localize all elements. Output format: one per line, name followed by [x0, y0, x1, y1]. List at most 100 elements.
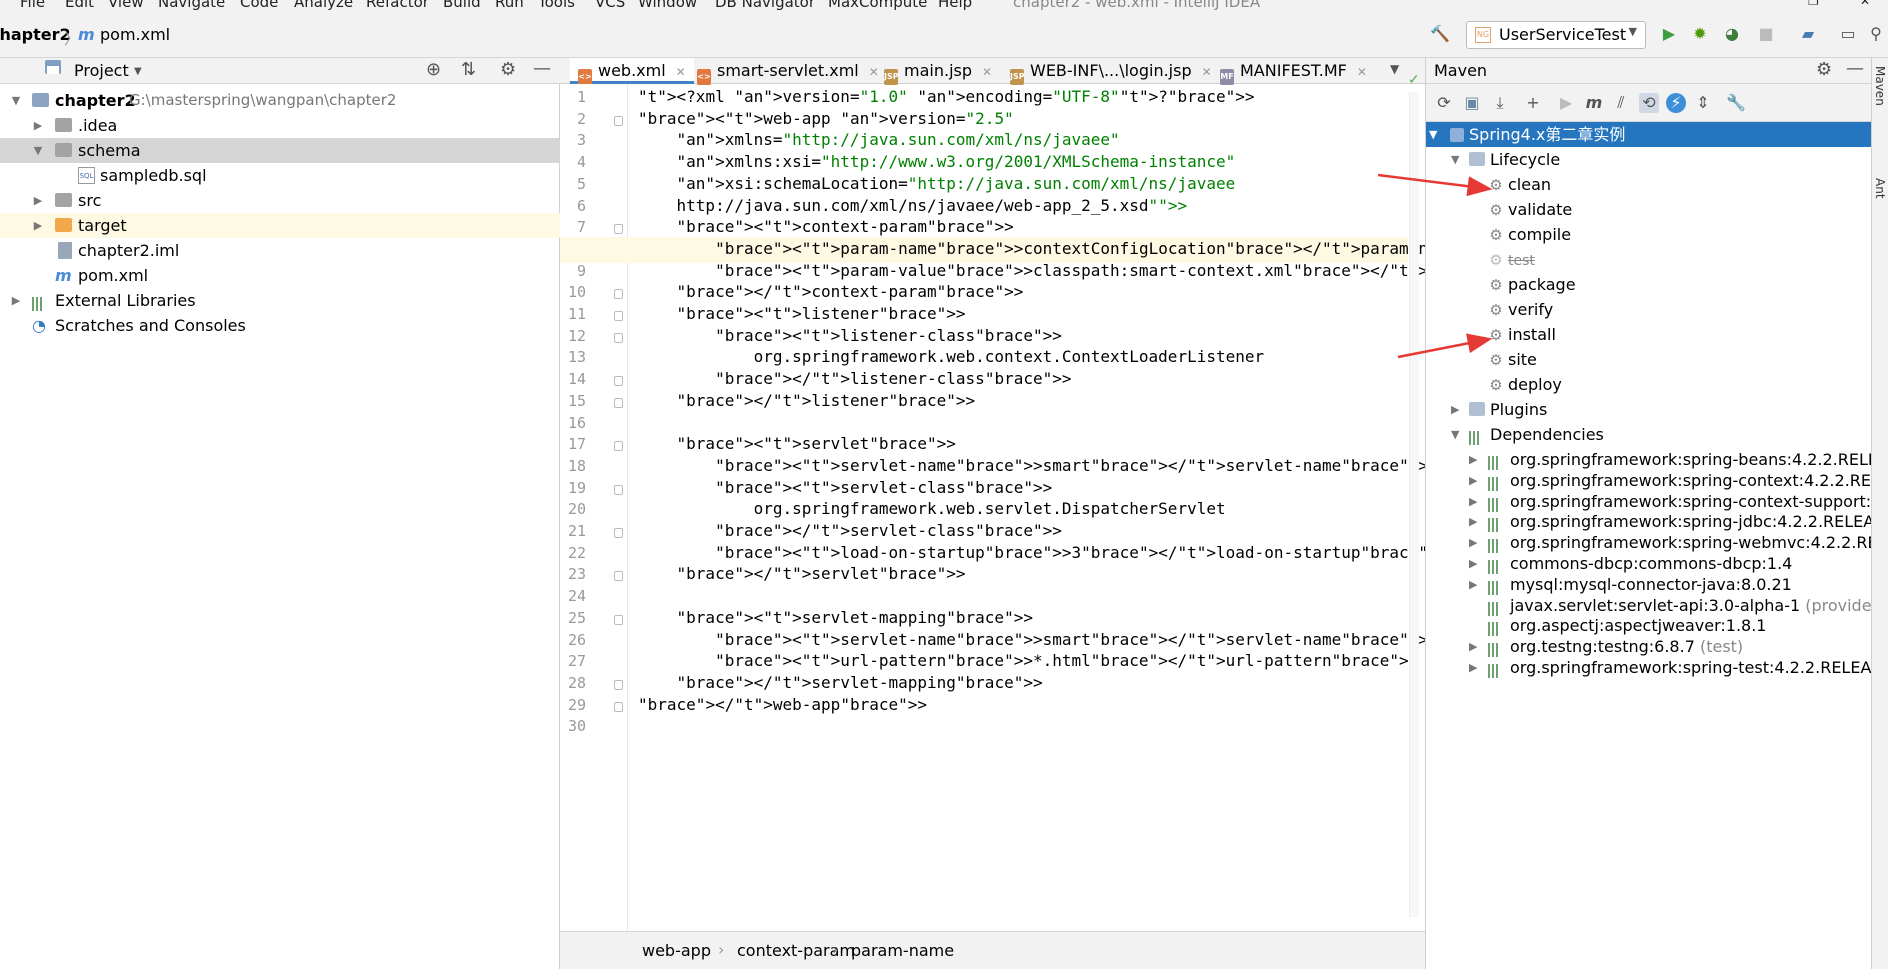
menu-build[interactable]: Build — [443, 0, 481, 11]
tree-item-scratches[interactable]: ◔ Scratches and Consoles — [0, 313, 560, 338]
tree-item-sampledb[interactable]: SQL sampledb.sql — [0, 163, 560, 188]
code-area[interactable]: "t"><?xml "an">version="1.0" "an">encodi… — [560, 84, 1621, 931]
tree-item-label: Scratches and Consoles — [55, 316, 246, 335]
tab-smart-servlet-xml[interactable]: <> smart-servlet.xml ✕ — [691, 58, 885, 85]
debug-icon[interactable]: ✹ — [1690, 24, 1710, 44]
project-panel-title[interactable]: Project — [74, 61, 129, 80]
tab-web-xml[interactable]: <> web.xml ✕ — [570, 58, 694, 85]
add-folder-icon[interactable]: ▣ — [1462, 93, 1482, 113]
restore-icon[interactable]: ❐ — [1808, 0, 1819, 8]
gear-icon[interactable]: ⚙ — [500, 59, 516, 80]
close-window-icon[interactable]: ✕ — [1860, 0, 1870, 8]
skip-tests-icon[interactable]: ⫽ — [1611, 93, 1631, 113]
close-icon[interactable]: ✕ — [982, 65, 992, 79]
minimize-icon[interactable]: — — [1846, 58, 1864, 79]
tree-item-schema[interactable]: ▼ schema — [0, 138, 560, 163]
run-configuration-select[interactable]: NG UserServiceTest ▼ — [1466, 21, 1646, 49]
locate-icon[interactable]: ⊕ — [426, 59, 441, 80]
folder-icon — [55, 193, 72, 207]
execute-goal-icon[interactable]: m — [1584, 93, 1604, 113]
build-hammer-icon[interactable]: 🔨 — [1430, 24, 1450, 44]
presentation-icon[interactable]: ▭ — [1838, 24, 1858, 44]
breadcrumb-project[interactable]: chapter2 — [0, 25, 71, 44]
menu-view[interactable]: View — [108, 0, 144, 11]
project-structure-icon[interactable]: ▰ — [1798, 24, 1818, 44]
dependency-item[interactable]: ▶ org.springframework:spring-test:4.2.2.R… — [1426, 655, 1872, 680]
editor-breadcrumb-webapp[interactable]: web-app — [642, 941, 711, 960]
maven-tool-tab[interactable]: Maven — [1873, 66, 1887, 106]
tab-main-jsp[interactable]: JSP main.jsp ✕ — [878, 58, 998, 85]
menu-run[interactable]: Run — [495, 0, 524, 11]
stop-icon[interactable]: ■ — [1756, 24, 1776, 44]
lifecycle-install[interactable]: ⚙ install — [1488, 322, 1556, 347]
gear-icon: ⚙ — [1489, 301, 1503, 319]
breadcrumb-file[interactable]: pom.xml — [100, 25, 170, 44]
lifecycle-verify[interactable]: ⚙ verify — [1488, 297, 1553, 322]
menu-maxcompute[interactable]: MaxCompute — [828, 0, 927, 11]
maven-plugins[interactable]: ▶ Plugins — [1426, 397, 1872, 422]
close-icon[interactable]: ✕ — [676, 65, 686, 79]
library-icon — [1488, 598, 1506, 616]
inspection-ok-icon[interactable]: ✓ — [1408, 72, 1420, 88]
menu-help[interactable]: Help — [938, 0, 972, 11]
expanded-arrow-icon: ▼ — [1451, 153, 1460, 166]
close-icon[interactable]: ✕ — [1202, 65, 1212, 79]
ant-tool-tab[interactable]: Ant — [1873, 178, 1887, 199]
tree-item-chapter2-iml[interactable]: chapter2.iml — [0, 238, 560, 263]
tree-item-pom[interactable]: m pom.xml — [0, 263, 560, 288]
reload-icon[interactable]: ⟳ — [1434, 93, 1454, 113]
maven-dependencies[interactable]: ▼ Dependencies — [1426, 422, 1872, 447]
offline-mode-icon[interactable]: ⟲ — [1639, 93, 1659, 113]
menu-refactor[interactable]: Refactor — [366, 0, 429, 11]
editor-breadcrumb-param-name[interactable]: param-name — [851, 941, 954, 960]
menu-code[interactable]: Code — [240, 0, 278, 11]
lifecycle-validate[interactable]: ⚙ validate — [1488, 197, 1572, 222]
run-icon[interactable]: ▶ — [1659, 24, 1679, 44]
lifecycle-clean[interactable]: ⚙ clean — [1488, 172, 1551, 197]
search-icon[interactable]: ⚲ — [1866, 24, 1886, 44]
tab-manifest-mf[interactable]: MF MANIFEST.MF ✕ — [1214, 58, 1373, 85]
tree-item-idea[interactable]: ▶ .idea — [0, 113, 560, 138]
run-icon[interactable]: ▶ — [1556, 93, 1576, 113]
run-configuration-label: UserServiceTest — [1499, 25, 1627, 44]
wrench-icon[interactable]: 🔧 — [1726, 93, 1746, 113]
menu-edit[interactable]: Edit — [65, 0, 94, 11]
close-icon[interactable]: ✕ — [1357, 65, 1367, 79]
menu-tools[interactable]: Tools — [538, 0, 575, 11]
code-line: "brace"></"t">listener"brace">> — [676, 390, 976, 410]
download-icon[interactable]: ⤓ — [1490, 93, 1510, 113]
tab-list-icon[interactable]: ▼ — [1390, 62, 1399, 76]
menu-window[interactable]: Window — [638, 0, 697, 11]
toggle-icon[interactable]: ⚡ — [1666, 93, 1686, 113]
editor-scrollbar[interactable] — [1409, 92, 1419, 917]
menu-navigate[interactable]: Navigate — [158, 0, 225, 11]
menu-analyze[interactable]: Analyze — [294, 0, 353, 11]
lifecycle-site[interactable]: ⚙ site — [1488, 347, 1537, 372]
tree-item-src[interactable]: ▶ src — [0, 188, 560, 213]
chevron-down-icon[interactable]: ▼ — [134, 66, 142, 77]
tab-login-jsp[interactable]: JSP WEB-INF\...\login.jsp ✕ — [1004, 58, 1218, 85]
navigation-bar: chapter2 〉 m pom.xml 🔨 NG UserServiceTes… — [0, 12, 1888, 58]
menu-vcs[interactable]: VCS — [595, 0, 625, 11]
collapse-all-icon[interactable]: ⇕ — [1693, 93, 1713, 113]
module-folder-icon — [32, 93, 49, 107]
lifecycle-deploy[interactable]: ⚙ deploy — [1488, 372, 1562, 397]
coverage-icon[interactable]: ◕ — [1722, 24, 1742, 44]
menu-file[interactable]: File — [20, 0, 45, 11]
expanded-arrow-icon: ▼ — [1451, 428, 1460, 441]
lifecycle-package[interactable]: ⚙ package — [1488, 272, 1575, 297]
menu-db-navigator[interactable]: DB Navigator — [715, 0, 815, 11]
collapse-all-icon[interactable]: ⇅ — [461, 59, 476, 80]
lifecycle-test[interactable]: ⚙ test — [1488, 247, 1535, 272]
chevron-down-icon: ▼ — [1628, 25, 1637, 38]
maven-lifecycle[interactable]: ▼ Lifecycle — [1426, 147, 1872, 172]
tree-item-chapter2[interactable]: ▼ chapter2 G:\masterspring\wangpan\chapt… — [0, 88, 560, 113]
lifecycle-compile[interactable]: ⚙ compile — [1488, 222, 1571, 247]
gear-icon[interactable]: ⚙ — [1816, 59, 1832, 80]
tree-item-external-libraries[interactable]: ▶ External Libraries — [0, 288, 560, 313]
add-icon[interactable]: + — [1523, 93, 1543, 113]
maven-project-root[interactable]: ▼ Spring4.x第二章实例 — [1426, 122, 1872, 147]
tree-item-target[interactable]: ▶ target — [0, 213, 560, 238]
maven-panel: Maven ⚙ — ⟳ ▣ ⤓ + ▶ m ⫽ ⟲ ⚡ ⇕ 🔧 ▼ Spring… — [1425, 58, 1888, 969]
minimize-icon[interactable]: — — [533, 58, 551, 79]
